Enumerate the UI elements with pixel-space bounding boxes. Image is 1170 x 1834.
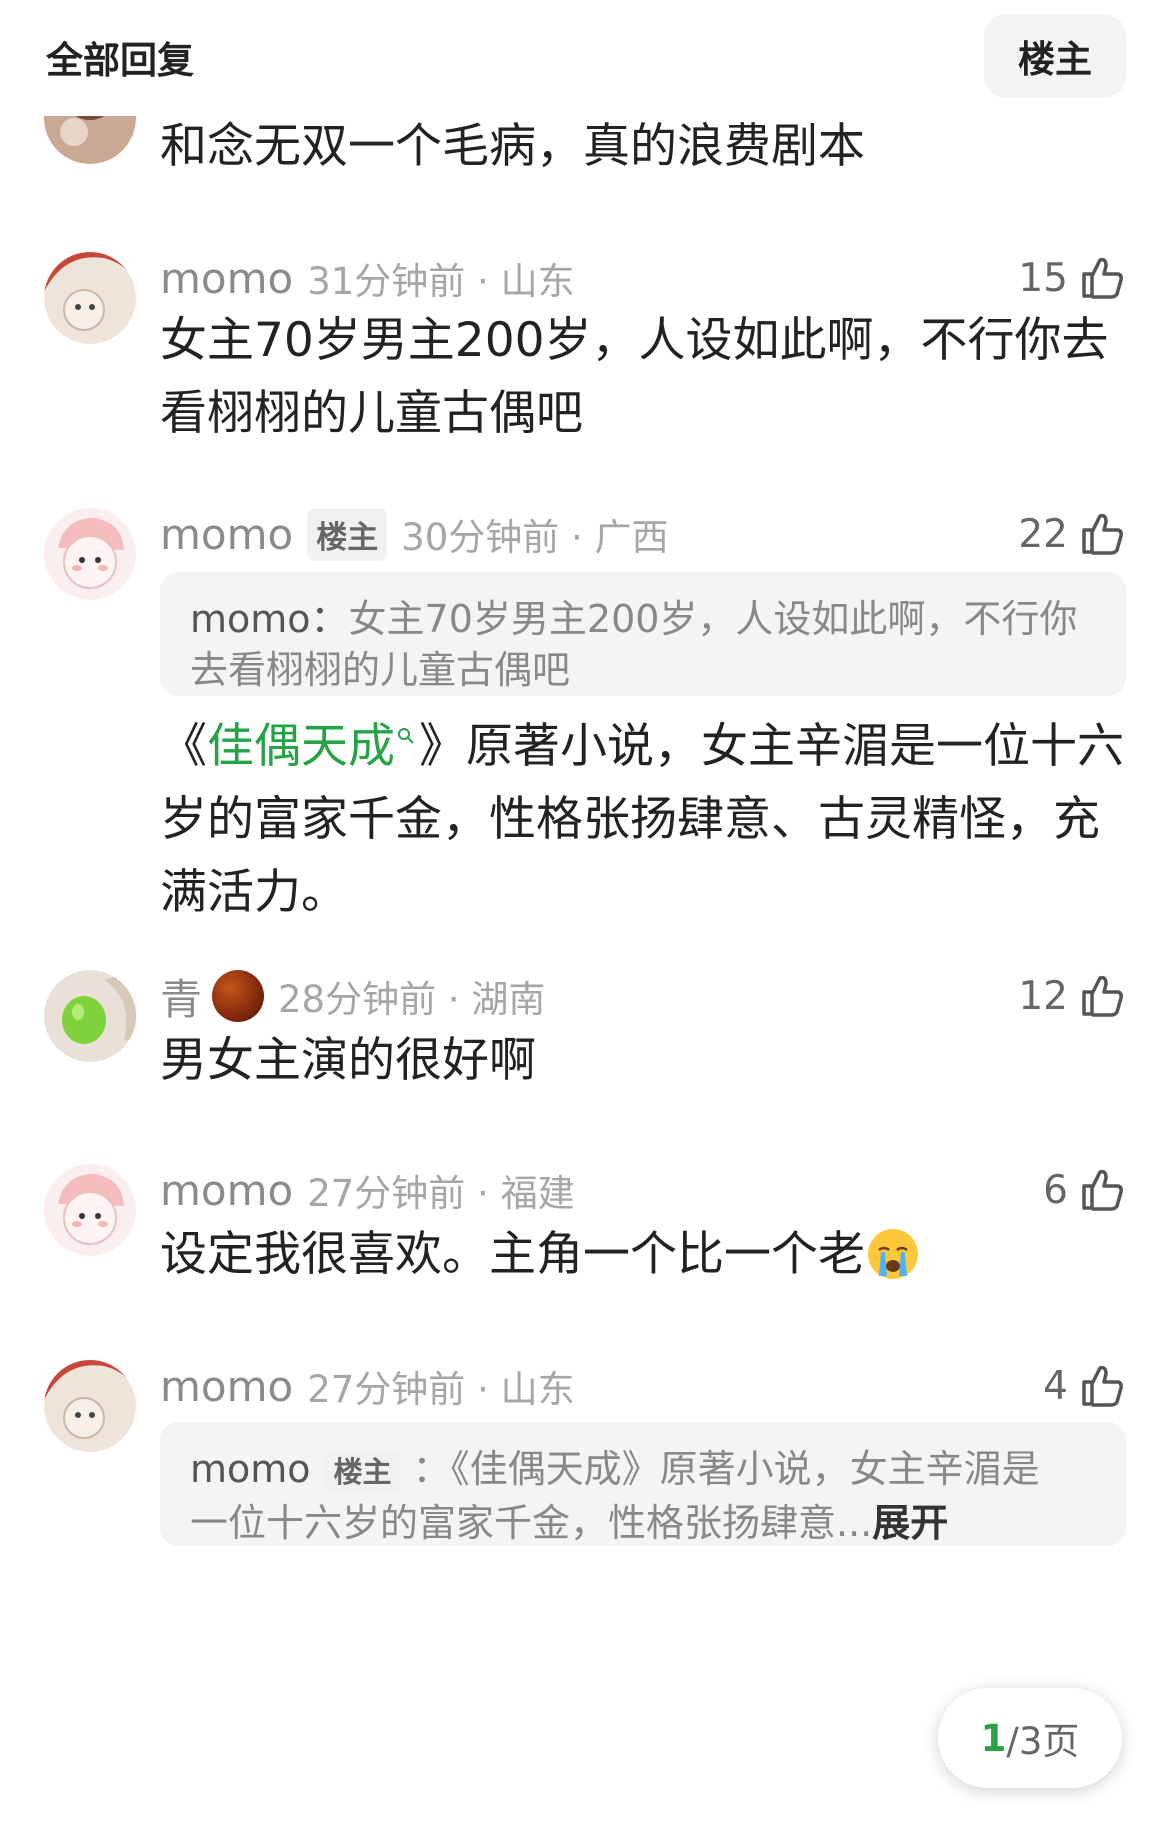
comment-meta: momo 楼主 30分钟前 · 广西: [160, 506, 669, 562]
username[interactable]: momo: [160, 1362, 293, 1411]
avatar[interactable]: [44, 508, 136, 600]
avatar[interactable]: [44, 970, 136, 1062]
quote-line: 一位十六岁的富家千金，性格张扬肆意...展开: [190, 1498, 1096, 1549]
time-location: 28分钟前 · 湖南: [278, 978, 546, 1021]
avatar[interactable]: [44, 1360, 136, 1452]
page-title: 全部回复: [46, 39, 194, 82]
like-count: 22: [1018, 511, 1068, 557]
comment-meta: momo 27分钟前 · 福建: [160, 1162, 575, 1218]
quote-separator: ：: [412, 1447, 451, 1491]
thumbs-up-icon: [1082, 1169, 1123, 1211]
time-location: 27分钟前 · 福建: [307, 1172, 575, 1215]
chestnut-badge-icon: [212, 970, 265, 1022]
like-count: 4: [1043, 1363, 1068, 1409]
like-button[interactable]: 15: [1018, 250, 1126, 306]
crying-face-emoji: [868, 1228, 918, 1279]
comment-text: 《佳偶天成 》原著小说，女主辛湄是一位十六岁的富家千金，性格张扬肆意、古灵精怪，充…: [160, 710, 1130, 929]
page-total: /3页: [1006, 1720, 1080, 1763]
time-location: 31分钟前 · 山东: [307, 260, 575, 303]
quote-text: 《佳偶天成》原著小说，女主辛湄是: [450, 1447, 1040, 1491]
header-bar: 全部回复 楼主: [0, 0, 1170, 116]
like-count: 15: [1018, 255, 1068, 301]
avatar[interactable]: [44, 1164, 136, 1256]
comment-meta: momo 27分钟前 · 山东: [160, 1358, 575, 1414]
like-button[interactable]: 12: [1018, 968, 1126, 1024]
comment-body: 设定我很喜欢。主角一个比一个老: [160, 1227, 865, 1282]
thumbs-up-icon: [1082, 257, 1123, 299]
op-badge: 楼主: [324, 1451, 401, 1493]
like-count: 12: [1018, 973, 1068, 1019]
quote-text: 一位十六岁的富家千金，性格张扬肆意...: [190, 1501, 873, 1545]
current-page: 1: [980, 1716, 1007, 1760]
comment-text: 男女主演的很好啊: [160, 1033, 536, 1088]
thumbs-up-icon: [1082, 513, 1123, 555]
avatar[interactable]: [44, 252, 136, 344]
username[interactable]: momo: [160, 1166, 293, 1215]
like-button[interactable]: 6: [1043, 1162, 1126, 1218]
like-count: 6: [1043, 1167, 1068, 1213]
expand-link[interactable]: 展开: [872, 1501, 948, 1545]
quote-line: momo 楼主 ：《佳偶天成》原著小说，女主辛湄是: [190, 1444, 1096, 1498]
thumbs-up-icon: [1082, 975, 1123, 1017]
quoted-reply[interactable]: momo 楼主 ：《佳偶天成》原著小说，女主辛湄是 一位十六岁的富家千金，性格张扬肆…: [160, 1422, 1126, 1546]
comment-text: 女主70岁男主200岁，人设如此啊，不行你去看栩栩的儿童古偶吧: [160, 313, 1109, 441]
link-bracket: 》: [419, 719, 466, 774]
quote-username: momo：: [190, 597, 349, 641]
like-button[interactable]: 22: [1018, 506, 1126, 562]
quoted-reply[interactable]: momo：女主70岁男主200岁，人设如此啊，不行你去看栩栩的儿童古偶吧: [160, 572, 1126, 696]
op-only-filter-button[interactable]: 楼主: [984, 14, 1126, 98]
comment-meta: 青 28分钟前 · 湖南: [160, 968, 545, 1024]
search-icon: [398, 728, 414, 745]
quote-username: momo: [190, 1447, 311, 1491]
thumbs-up-icon: [1082, 1365, 1123, 1407]
comment-text: 设定我很喜欢。主角一个比一个老: [160, 1218, 1130, 1291]
username[interactable]: 青: [160, 966, 202, 1027]
comment-text: 和念无双一个毛病，真的浪费剧本: [160, 119, 865, 174]
time-location: 30分钟前 · 广西: [401, 516, 669, 559]
link-bracket: 《: [160, 719, 207, 774]
comment-meta: momo 31分钟前 · 山东: [160, 250, 575, 306]
search-link[interactable]: 佳偶天成: [207, 719, 395, 774]
page-indicator[interactable]: 1/3页: [938, 1688, 1122, 1788]
op-badge: 楼主: [307, 507, 388, 561]
username[interactable]: momo: [160, 510, 293, 559]
username[interactable]: momo: [160, 254, 293, 303]
like-button[interactable]: 4: [1043, 1358, 1126, 1414]
time-location: 27分钟前 · 山东: [307, 1368, 575, 1411]
